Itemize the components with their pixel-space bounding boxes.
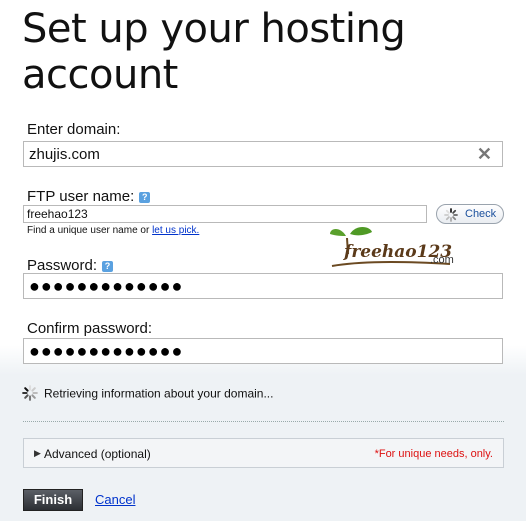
help-icon[interactable]: ? [139,191,151,203]
check-button[interactable]: Check [436,204,504,224]
confirm-password-value: ●●●●●●●●●●●●● [29,341,184,361]
password-label-text: Password: [27,257,98,274]
expand-triangle-icon[interactable]: ▶ [34,448,41,459]
ftp-hint: Find a unique user name or let us pick. [27,225,199,236]
logo-suffix: .com [430,254,454,266]
ftp-label-text: FTP user name: [27,188,135,205]
retrieving-text: Retrieving information about your domain… [44,386,274,401]
close-icon[interactable]: ✕ [477,144,492,165]
advanced-note: *For unique needs, only. [374,448,493,460]
spinner-icon [22,385,38,404]
check-label: Check [465,208,497,220]
let-us-pick-link[interactable]: let us pick. [152,225,199,236]
domain-value: zhujis.com [29,146,100,163]
password-value: ●●●●●●●●●●●●● [29,276,184,296]
freehao123-logo: freehao123 .com [326,224,456,274]
ftp-label: FTP user name:? [27,188,151,205]
ftp-hint-text: Find a unique user name or [27,225,150,236]
page-title: Set up your hosting account [22,6,406,98]
divider [23,421,504,422]
retrieving-status: Retrieving information about your domain… [22,385,273,404]
domain-label: Enter domain: [27,121,121,138]
spinner-icon [444,208,458,225]
domain-field[interactable]: zhujis.com ✕ [23,141,503,167]
confirm-password-field[interactable]: ●●●●●●●●●●●●● [23,338,503,364]
password-label: Password:? [27,257,114,274]
ftp-user-field[interactable]: freehao123 [23,205,427,223]
finish-button[interactable]: Finish [23,489,83,511]
ftp-user-value: freehao123 [27,207,88,221]
advanced-label[interactable]: Advanced (optional) [44,447,151,461]
help-icon[interactable]: ? [102,260,114,272]
advanced-section[interactable]: ▶ Advanced (optional) *For unique needs,… [23,438,504,468]
confirm-password-label: Confirm password: [27,320,153,337]
cancel-link[interactable]: Cancel [95,492,135,507]
password-field[interactable]: ●●●●●●●●●●●●● [23,273,503,299]
